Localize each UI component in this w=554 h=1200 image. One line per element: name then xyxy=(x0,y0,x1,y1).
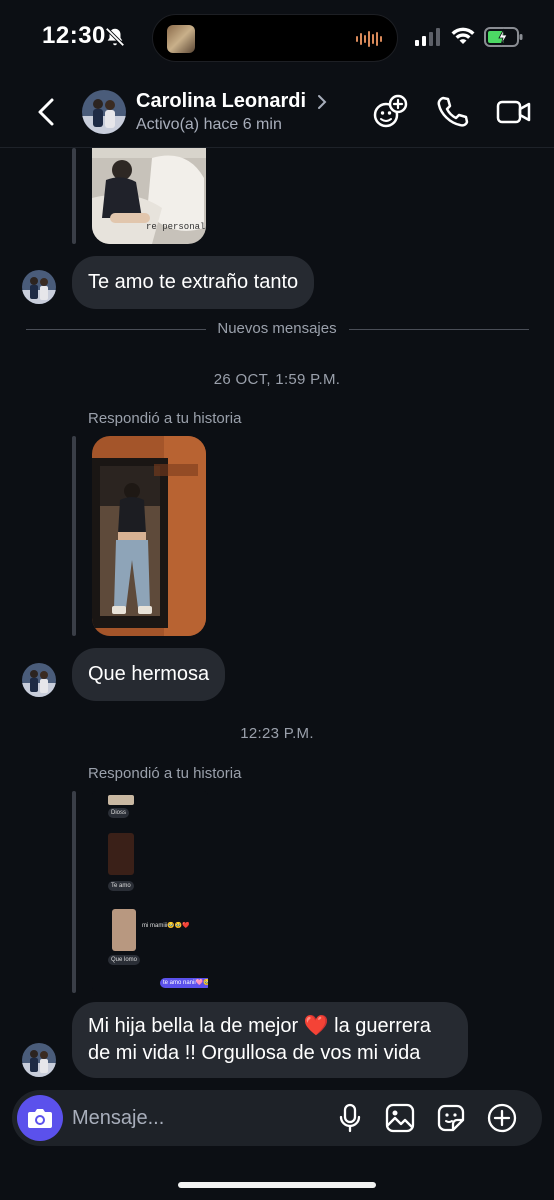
message-text: Mi hija bella la de mejor xyxy=(88,1015,304,1037)
mini-bubble: Te amo xyxy=(108,881,134,891)
home-indicator[interactable] xyxy=(178,1182,376,1188)
story-reply-label: Respondió a tu historia xyxy=(88,765,242,782)
chevron-right-icon[interactable] xyxy=(316,94,328,110)
message-bubble[interactable]: Mi hija bella la de mejor ❤️ la guerrera… xyxy=(72,1002,468,1078)
bell-off-icon xyxy=(105,27,125,47)
sender-avatar[interactable] xyxy=(22,1043,56,1077)
microphone-icon[interactable] xyxy=(334,1102,366,1134)
story-thumbnail-chat-screenshot[interactable]: Dioss Te amo mi mamiii🥹🥹❤️ Que lomo te a… xyxy=(92,791,208,991)
timestamp-separator: 12:23 P.M. xyxy=(240,725,314,742)
mini-bubble: Dioss xyxy=(108,808,130,818)
mini-story-thumb xyxy=(108,795,134,805)
story-caption: re personal xyxy=(146,222,206,232)
mini-text: mi mamiii🥹🥹❤️ xyxy=(142,923,190,929)
contact-activity-status: Activo(a) hace 6 min xyxy=(136,116,282,133)
camera-icon xyxy=(28,1109,52,1128)
dynamic-island[interactable] xyxy=(152,14,398,62)
story-reply-indicator xyxy=(72,791,76,993)
gallery-icon[interactable] xyxy=(384,1102,416,1134)
status-time: 12:30 xyxy=(42,22,106,49)
audio-waveform-icon xyxy=(356,31,382,47)
cellular-signal-icon xyxy=(415,28,440,46)
phone-call-icon[interactable] xyxy=(434,94,470,130)
chat-header: Carolina Leonardi Activo(a) hace 6 min xyxy=(0,76,554,148)
battery-charging-icon xyxy=(484,27,523,47)
story-reply-label: Respondió a tu historia xyxy=(88,410,242,427)
add-people-icon[interactable] xyxy=(372,94,408,130)
status-bar: 12:30 xyxy=(0,0,554,76)
heart-emoji: ❤️ xyxy=(303,1015,329,1037)
contact-avatar[interactable] xyxy=(82,90,126,134)
story-thumbnail[interactable]: re personal xyxy=(92,148,206,244)
story-reply-indicator xyxy=(72,436,76,636)
message-composer xyxy=(12,1090,542,1146)
mini-chat: Dioss Te amo mi mamiii🥹🥹❤️ Que lomo te a… xyxy=(92,791,208,991)
now-playing-thumbnail xyxy=(167,25,195,53)
mini-bubble: Que lomo xyxy=(108,955,141,965)
message-thread[interactable]: re personal Te amo te extraño tanto Nuev… xyxy=(0,148,554,1088)
timestamp-separator: 26 OCT, 1:59 P.M. xyxy=(213,371,341,388)
story-thumbnail[interactable] xyxy=(92,436,206,636)
video-call-icon[interactable] xyxy=(496,94,532,130)
mini-bubble-sent: te amo nanii🩷🥹 xyxy=(160,978,208,988)
mini-story-thumb xyxy=(112,909,136,951)
sticker-icon[interactable] xyxy=(435,1102,467,1134)
message-input[interactable] xyxy=(72,1098,322,1138)
add-plus-icon[interactable] xyxy=(486,1102,518,1134)
sender-avatar[interactable] xyxy=(22,663,56,697)
message-bubble[interactable]: Que hermosa xyxy=(72,648,226,701)
back-arrow-icon[interactable] xyxy=(32,94,60,130)
sender-avatar[interactable] xyxy=(22,270,56,304)
story-reply-indicator xyxy=(72,148,76,244)
camera-button[interactable] xyxy=(17,1095,63,1141)
mini-story-thumb xyxy=(108,833,134,875)
contact-name[interactable]: Carolina Leonardi xyxy=(136,90,306,113)
message-bubble[interactable]: Te amo te extraño tanto xyxy=(72,256,315,309)
divider-line-right xyxy=(349,329,529,330)
wifi-icon xyxy=(451,27,475,44)
